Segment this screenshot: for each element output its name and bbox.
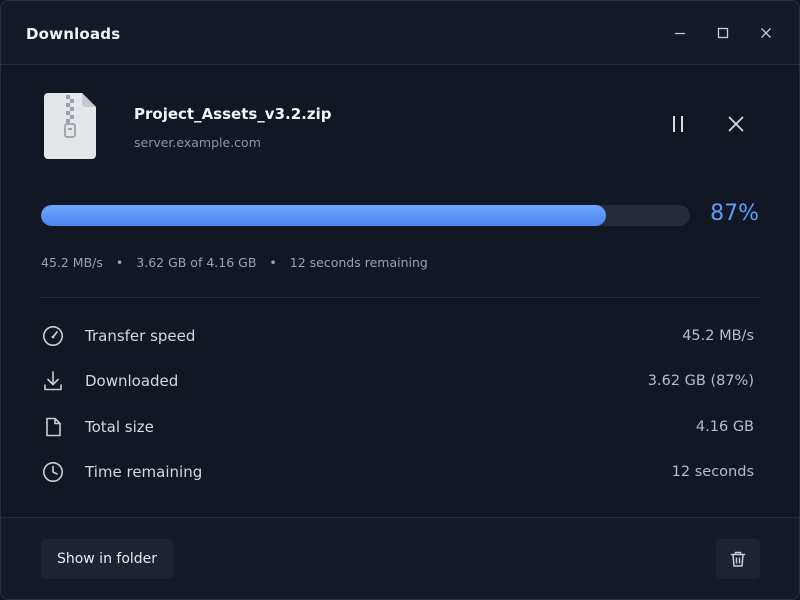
pause-icon (673, 116, 683, 132)
zip-file-icon (44, 93, 96, 163)
progress-fill (41, 205, 606, 226)
detail-value: 45.2 MB/s (682, 328, 754, 344)
clock-icon (41, 460, 65, 484)
footer-bar: Show in folder (1, 517, 799, 599)
detail-value: 4.16 GB (695, 419, 754, 435)
detail-label: Total size (85, 418, 154, 436)
file-icon (41, 415, 65, 439)
separator-dot: • (115, 255, 124, 270)
progress-bar (41, 205, 690, 226)
file-source: server.example.com (134, 135, 261, 150)
detail-row-downloaded: Downloaded 3.62 GB (87%) (41, 366, 754, 396)
title-bar: Downloads (1, 1, 799, 65)
detail-row-total-size: Total size 4.16 GB (41, 412, 754, 442)
trash-icon (730, 551, 746, 567)
stats-line: 45.2 MB/s • 3.62 GB of 4.16 GB • 12 seco… (41, 255, 428, 270)
download-icon (41, 369, 65, 393)
stats-speed: 45.2 MB/s (41, 255, 103, 270)
minimize-icon (675, 32, 685, 35)
window-title: Downloads (26, 25, 121, 43)
delete-button[interactable] (716, 539, 760, 579)
detail-row-transfer-speed: Transfer speed 45.2 MB/s (41, 321, 754, 351)
detail-label: Transfer speed (85, 327, 196, 345)
stats-amount: 3.62 GB of 4.16 GB (136, 255, 257, 270)
close-icon (728, 116, 744, 132)
close-window-button[interactable] (754, 21, 778, 45)
pause-button[interactable] (664, 110, 692, 138)
cancel-download-button[interactable] (722, 110, 750, 138)
show-in-folder-button[interactable]: Show in folder (41, 539, 173, 579)
detail-value: 3.62 GB (87%) (647, 373, 754, 389)
close-icon (761, 28, 771, 38)
progress-percentage: 87% (710, 201, 759, 226)
section-divider (41, 297, 760, 298)
stats-remaining: 12 seconds remaining (289, 255, 428, 270)
minimize-button[interactable] (668, 21, 692, 45)
separator-dot: • (269, 255, 277, 270)
detail-label: Time remaining (85, 463, 203, 481)
detail-value: 12 seconds (671, 464, 754, 480)
maximize-icon (717, 27, 729, 39)
file-name: Project_Assets_v3.2.zip (134, 105, 332, 123)
maximize-button[interactable] (711, 21, 735, 45)
speedometer-icon (41, 324, 65, 348)
detail-row-time-remaining: Time remaining 12 seconds (41, 457, 754, 487)
downloads-window: Downloads Project_Assets_v3.2.zip server… (0, 0, 800, 600)
detail-label: Downloaded (85, 372, 179, 390)
